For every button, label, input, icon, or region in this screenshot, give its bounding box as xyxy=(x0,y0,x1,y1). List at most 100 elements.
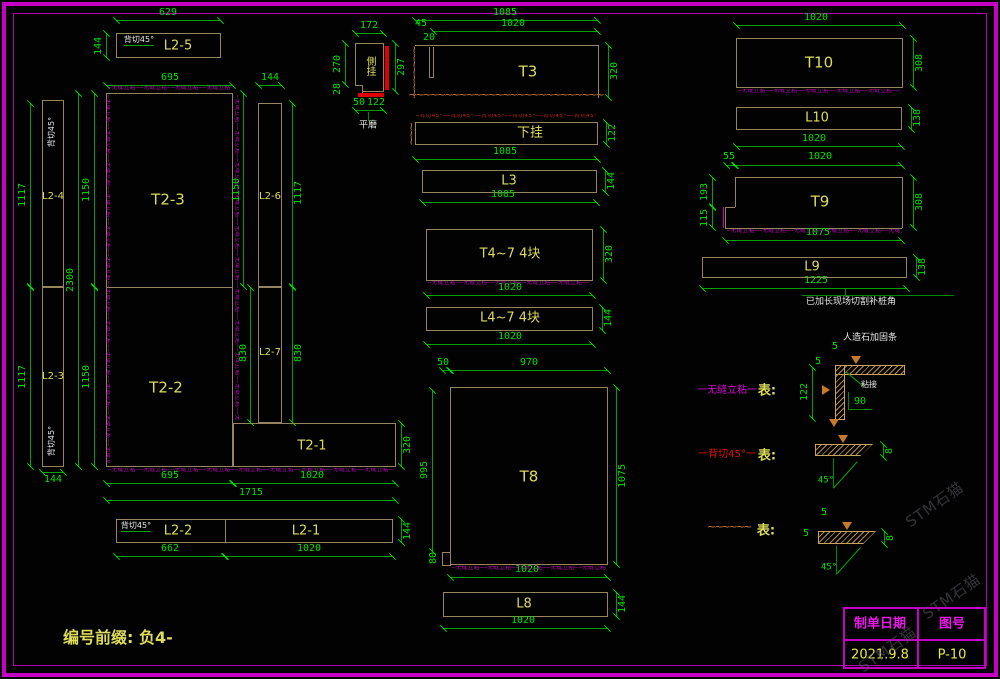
dim-line xyxy=(736,146,902,147)
titleblock-number-label: 图号 xyxy=(939,618,965,631)
dim-cegua-297: 297 xyxy=(397,58,407,76)
dim-cegua-width: 172 xyxy=(360,21,378,31)
edge-note-backcut: 背切45° xyxy=(124,36,154,46)
note-pingmo: 平磨 xyxy=(359,122,377,131)
dim-t3-1085: 1085 xyxy=(493,8,517,18)
piece-xiagua-label: 下挂 xyxy=(517,127,543,140)
dim-line xyxy=(78,93,79,467)
dim-l8-1020: 1020 xyxy=(511,616,535,626)
dim-xiagua-122: 122 xyxy=(608,124,618,142)
legend-means-label: 表: xyxy=(758,385,776,398)
dim-line xyxy=(450,577,608,578)
leader-line xyxy=(802,295,954,296)
piece-cegua-notch-edge xyxy=(362,85,363,93)
note-extended-cut: 已加长现场切割补桩角 xyxy=(806,298,896,307)
dim-det3-8: 8 xyxy=(886,535,896,541)
edge-note-backcut: 背切45° xyxy=(48,117,56,147)
dim-l3-144: 144 xyxy=(607,172,617,190)
dim-t9-55: 55 xyxy=(723,152,735,162)
dim-det1-5: 5 xyxy=(832,342,838,352)
dim-line xyxy=(94,93,95,287)
detail-section-vertical xyxy=(835,365,845,420)
piece-t9-outline xyxy=(902,177,903,228)
dim-l3-1085: 1085 xyxy=(491,190,515,200)
dim-t8-1075: 1075 xyxy=(618,464,628,488)
dim-cegua-28: 28 xyxy=(333,83,343,95)
piece-t3-right-edge xyxy=(598,45,599,98)
dim-det1-90: 90 xyxy=(854,397,866,407)
leader-line xyxy=(845,288,846,295)
piece-joint-line xyxy=(225,519,226,543)
marker-triangle-icon xyxy=(842,522,852,530)
piece-joint-line xyxy=(106,287,233,288)
marker-triangle-icon xyxy=(851,356,861,364)
dim-det1-5b: 5 xyxy=(815,357,821,367)
dim-t9-115: 115 xyxy=(700,209,710,227)
dim-line xyxy=(116,556,225,557)
edge-mark-seamless: ─无缝立粘──无缝立粘──无缝立粘──无缝立粘──无缝立粘──无缝立粘──无缝立… xyxy=(738,89,901,95)
titleblock-date-label: 制单日期 xyxy=(854,618,906,631)
dim-t8-1020: 1020 xyxy=(515,565,539,575)
piece-l9-label: L9 xyxy=(804,261,820,274)
dim-t8-995: 995 xyxy=(420,461,430,479)
legend-zigzag-icon: ~~~~~~~~~~~~~~~~~~~~~~~~~~~~~~~~~~~~~~~~… xyxy=(707,524,751,530)
marker-triangle-icon xyxy=(838,435,848,443)
piece-t3-top-edge xyxy=(415,45,598,46)
piece-l10-label: L10 xyxy=(805,112,829,125)
piece-l2-4-label: L2-4 xyxy=(42,192,64,202)
dim-t4-7-320: 320 xyxy=(605,245,615,263)
dim-t2-1-height: 320 xyxy=(403,436,413,454)
dim-line xyxy=(432,390,433,552)
dim-det3-5b: 5 xyxy=(803,529,809,539)
dim-line xyxy=(42,472,64,473)
edge-note-backcut: 背切45° xyxy=(48,426,56,456)
piece-t2-2-label: T2-2 xyxy=(149,381,183,396)
marker-triangle-icon xyxy=(829,419,839,427)
dim-l2-3-length: 1117 xyxy=(18,365,28,389)
dim-line xyxy=(225,556,393,557)
angle-line xyxy=(848,409,872,410)
dim-t8-970: 970 xyxy=(520,358,538,368)
piece-t9-label: T9 xyxy=(811,195,830,210)
dim-line xyxy=(116,20,221,21)
piece-l2-3-label: L2-3 xyxy=(42,372,64,382)
dim-l8-144: 144 xyxy=(618,595,628,613)
dim-line xyxy=(106,33,107,58)
dim-line xyxy=(712,207,713,228)
piece-t9-outline xyxy=(725,207,726,228)
dim-l2-6-width: 144 xyxy=(261,73,279,83)
dim-l10-1020: 1020 xyxy=(802,134,826,144)
dim-line xyxy=(735,165,902,166)
dim-t3-45: 45 xyxy=(415,19,427,29)
dim-t2-3-height: 1150 xyxy=(82,178,92,202)
dim-det1-122: 122 xyxy=(800,383,810,401)
piece-t2-3-label: T2-3 xyxy=(151,193,185,208)
piece-l2-5-label: L2-5 xyxy=(164,40,192,53)
dim-line xyxy=(736,25,903,26)
dim-line xyxy=(106,483,233,484)
piece-l3-label: L3 xyxy=(501,175,517,188)
dim-t10-1020: 1020 xyxy=(804,13,828,23)
piece-t9-outline xyxy=(735,177,902,178)
piece-t8-flange xyxy=(442,552,443,565)
edge-mark-zigzag: ~~~~~~~~~~~~~~~~~~~~~~~~~~~~~~~~~~~~~~~~… xyxy=(411,45,417,98)
piece-t2-1-label: T2-1 xyxy=(297,440,326,453)
dim-t9-308: 308 xyxy=(915,193,925,211)
piece-t4-7-label: T4~7 4块 xyxy=(480,248,541,261)
dim-l2-5-width: 629 xyxy=(159,8,177,18)
edge-mark-seamless: ─无缝立粘──无缝立粘──无缝立粘──无缝立粘──无缝立粘──无缝立粘──无缝立… xyxy=(108,468,394,474)
dim-l-total-height: 2300 xyxy=(66,268,76,292)
detail-section-horizontal xyxy=(835,365,905,375)
dim-t3-slot-20: 20 xyxy=(423,33,435,43)
dim-line xyxy=(243,93,244,287)
dim-det3-5: 5 xyxy=(821,508,827,518)
note-bond-label: 粘接 xyxy=(861,381,877,389)
dim-l2-7-length: 830 xyxy=(239,344,249,362)
piece-t10-label: T10 xyxy=(805,56,833,71)
legend-backcut-label: 一背切45°一 xyxy=(698,450,756,460)
piece-l2-1-label: L2-1 xyxy=(292,525,320,538)
dim-l2-7-length-right: 830 xyxy=(294,344,304,362)
dim-l2-6-length: 1117 xyxy=(294,181,304,205)
dim-l9-138: 138 xyxy=(918,258,928,276)
dim-t8-80: 80 xyxy=(429,552,439,564)
